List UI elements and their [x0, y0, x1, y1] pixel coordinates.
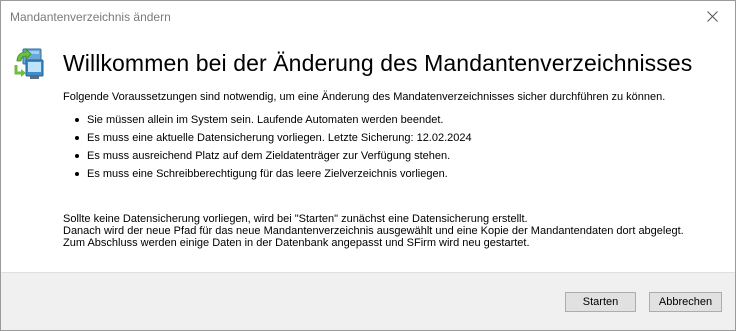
list-item: Sie müssen allein im System sein. Laufen…: [75, 114, 472, 132]
bullet-icon: [75, 154, 79, 158]
bullet-icon: [75, 136, 79, 140]
list-item: Es muss ausreichend Platz auf dem Zielda…: [75, 150, 472, 168]
close-icon: [706, 10, 718, 22]
note-line: Zum Abschluss werden einige Daten in der…: [63, 237, 530, 249]
intro-text: Folgende Voraussetzungen sind notwendig,…: [63, 91, 666, 103]
title-bar: Mandantenverzeichnis ändern: [1, 1, 735, 33]
page-heading: Willkommen bei der Änderung des Mandante…: [63, 50, 693, 76]
list-item: Es muss eine Schreibberechtigung für das…: [75, 168, 472, 186]
bullet-icon: [75, 172, 79, 176]
directory-transfer-icon: [14, 47, 46, 81]
process-notes: Sollte keine Datensicherung vorliegen, w…: [63, 213, 684, 249]
requirements-list: Sie müssen allein im System sein. Laufen…: [75, 114, 472, 186]
bullet-icon: [75, 118, 79, 122]
dialog-window: Mandantenverzeichnis ändern Willkommen b…: [0, 0, 736, 331]
close-button[interactable]: [689, 1, 735, 31]
list-item: Es muss eine aktuelle Datensicherung vor…: [75, 132, 472, 150]
window-title: Mandantenverzeichnis ändern: [10, 10, 171, 24]
button-bar: Starten Abbrechen: [1, 272, 735, 330]
note-line: Danach wird der neue Pfad für das neue M…: [63, 225, 684, 237]
note-line: Sollte keine Datensicherung vorliegen, w…: [63, 213, 528, 225]
cancel-button[interactable]: Abbrechen: [649, 292, 722, 312]
start-button[interactable]: Starten: [565, 292, 636, 312]
